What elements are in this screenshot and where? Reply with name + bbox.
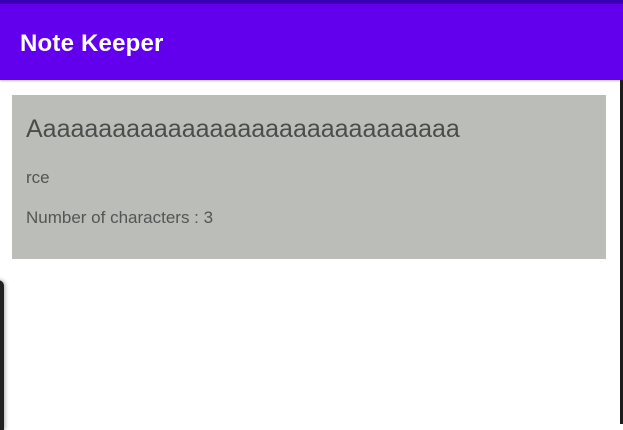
note-title: Aaaaaaaaaaaaaaaaaaaaaaaaaaaaaaa: [26, 115, 460, 143]
side-panel-handle[interactable]: [0, 280, 4, 430]
character-count: Number of characters : 3: [26, 208, 214, 227]
note-body: rce: [26, 168, 50, 187]
app-title: Note Keeper: [20, 30, 164, 57]
app-bar: Note Keeper: [0, 4, 623, 80]
note-card[interactable]: Aaaaaaaaaaaaaaaaaaaaaaaaaaaaaaa rce Numb…: [12, 95, 606, 259]
